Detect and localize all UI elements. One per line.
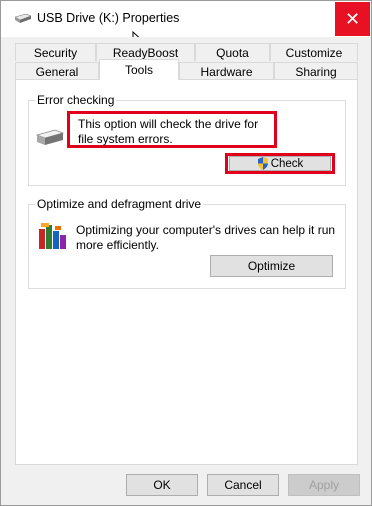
tools-panel: Error checking This option will check th…: [15, 79, 358, 465]
tab-quota[interactable]: Quota: [195, 43, 270, 61]
drive-icon: [36, 129, 64, 145]
optimize-label: Optimize and defragment drive: [35, 197, 204, 211]
tab-label: General: [35, 64, 79, 79]
tab-tools[interactable]: Tools: [99, 59, 179, 80]
dialog-client: Security ReadyBoost Quota Customize Gene…: [1, 37, 371, 505]
optimize-button[interactable]: Optimize: [210, 255, 333, 277]
tab-hardware[interactable]: Hardware: [179, 62, 274, 80]
optimize-description: Optimizing your computer's drives can he…: [76, 223, 336, 252]
tab-label: Tools: [124, 63, 153, 77]
tab-label: Security: [33, 45, 78, 60]
tab-label: ReadyBoost: [112, 45, 179, 60]
close-button[interactable]: ✕: [335, 2, 370, 36]
error-checking-description: This option will check the drive for fil…: [78, 117, 259, 146]
tab-security[interactable]: Security: [15, 43, 96, 61]
title-bar: USB Drive (K:) Properties ✕: [1, 1, 371, 37]
tab-customize[interactable]: Customize: [270, 43, 358, 61]
tab-general[interactable]: General: [15, 62, 99, 80]
cancel-button[interactable]: Cancel: [207, 474, 279, 496]
check-button-label: Check: [270, 157, 304, 170]
check-button[interactable]: Check: [229, 156, 331, 171]
close-icon: ✕: [344, 8, 361, 29]
ok-button-label: OK: [153, 478, 171, 492]
tab-sharing[interactable]: Sharing: [274, 62, 358, 80]
properties-window: USB Drive (K:) Properties ✕ Security Rea…: [0, 0, 372, 506]
shield-icon: [257, 157, 268, 170]
window-title: USB Drive (K:) Properties: [37, 11, 180, 25]
optimize-group: Optimize and defragment drive Optimizing…: [28, 197, 346, 289]
error-checking-group: Error checking This option will check th…: [28, 93, 346, 186]
ok-button[interactable]: OK: [126, 474, 198, 496]
tab-label: Customize: [285, 45, 343, 60]
tab-label: Quota: [216, 45, 249, 60]
cancel-button-label: Cancel: [224, 478, 262, 492]
apply-button-label: Apply: [308, 478, 340, 492]
tab-label: Sharing: [295, 64, 337, 79]
usb-drive-icon: [15, 14, 31, 23]
optimize-button-label: Optimize: [247, 259, 296, 273]
defrag-icon: [39, 223, 66, 249]
apply-button[interactable]: Apply: [288, 474, 360, 496]
tab-label: Hardware: [200, 64, 253, 79]
error-checking-label: Error checking: [35, 93, 117, 107]
